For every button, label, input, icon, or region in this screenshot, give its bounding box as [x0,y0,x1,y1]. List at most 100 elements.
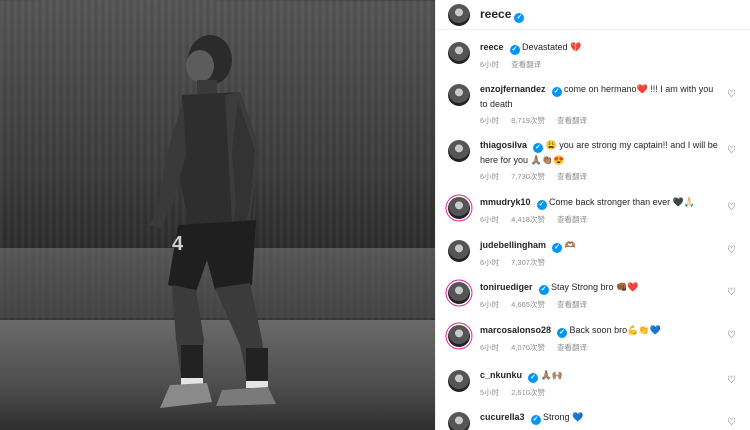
commenter-avatar[interactable] [448,412,470,430]
commenter-username[interactable]: reece [480,42,504,52]
commenter-username[interactable]: toniruediger [480,282,533,292]
comment-body: cucurella3 ✓ Strong 💙 [480,410,739,430]
verified-badge-icon: ✓ [551,87,562,97]
heart-outline-icon[interactable]: ♡ [727,203,737,213]
commenter-username[interactable]: mmudryk10 [480,197,531,207]
comment-text: Devastated 💔 [519,42,582,52]
comment-item: toniruediger ✓ Stay Strong bro 👊🏾❤️ 6小时 4,6… [448,280,739,310]
comment-time: 6小时 [480,215,500,224]
comment-body: toniruediger ✓ Stay Strong bro 👊🏾❤️ 6小时 4,6… [480,280,739,310]
comment-text-line: enzojfernandez ✓ come on hermano❤️ !!! I … [480,82,739,111]
verified-badge-icon: ✓ [528,373,539,383]
comment-body: reece ✓ Devastated 💔 6小时 查看翻译 [480,40,739,70]
comment-text-line: toniruediger ✓ Stay Strong bro 👊🏾❤️ [480,280,739,295]
comment-meta: 5小时 2,610次赞 [480,387,739,398]
commenter-username[interactable]: cucurella3 [480,412,525,422]
comment-text-line: thiagosilva ✓ 😩 you are strong my captain… [480,138,739,167]
verified-badge-icon: ✓ [530,415,541,425]
see-translation-link[interactable]: 查看翻译 [557,343,587,352]
author-username-text[interactable]: reece [480,7,511,21]
comment-time: 6小时 [480,60,500,69]
svg-text:4: 4 [172,233,184,255]
comment-like-count[interactable]: 4,418次赞 [511,215,545,224]
comment-item: judebellingham ✓ 🫶🏽 6小时 7,307次赞 ♡ [448,238,739,268]
commenter-avatar[interactable] [448,282,470,304]
see-translation-link[interactable]: 查看翻译 [557,172,587,181]
author-avatar[interactable] [448,3,470,26]
comment-meta: 6小时 4,418次赞 查看翻译 [480,214,739,225]
comment-like-count[interactable]: 4,070次赞 [511,343,545,352]
post-header: reece ✓ [436,0,750,30]
comment-item: reece ✓ Devastated 💔 6小时 查看翻译 [448,40,739,70]
comment-body: c_nkunku ✓ 🙏🏽🙌🏽 5小时 2,610次赞 [480,368,739,398]
comment-text: 🙏🏽🙌🏽 [538,370,563,380]
comment-item: cucurella3 ✓ Strong 💙 ♡ [448,410,739,430]
heart-outline-icon[interactable]: ♡ [727,376,737,386]
comment-text-line: judebellingham ✓ 🫶🏽 [480,238,739,253]
comment-time: 6小时 [480,172,500,181]
heart-outline-icon[interactable]: ♡ [727,246,737,256]
comment-item: marcosalonso28 ✓ Back soon bro💪👏💙 6小时 4,070… [448,323,739,353]
comment-time: 5小时 [480,388,500,397]
comment-item: c_nkunku ✓ 🙏🏽🙌🏽 5小时 2,610次赞 ♡ [448,368,739,398]
commenter-avatar[interactable] [448,197,470,219]
verified-badge-icon: ✓ [533,143,544,153]
commenter-username[interactable]: c_nkunku [480,370,522,380]
comment-text-line: c_nkunku ✓ 🙏🏽🙌🏽 [480,368,739,383]
verified-badge-icon: ✓ [552,243,563,253]
comment-item: mmudryk10 ✓ Come back stronger than ever … [448,195,739,225]
see-translation-link[interactable]: 查看翻译 [557,116,587,125]
commenter-avatar[interactable] [448,42,470,64]
comment-meta: 6小时 查看翻译 [480,59,739,70]
comment-time: 6小时 [480,258,500,267]
author-username[interactable]: reece ✓ [480,7,525,23]
comment-text: 🫶🏽 [562,240,576,250]
comment-like-count[interactable]: 8,719次赞 [511,116,545,125]
comment-like-count[interactable]: 7,730次赞 [511,172,545,181]
see-translation-link[interactable]: 查看翻译 [557,215,587,224]
commenter-avatar[interactable] [448,325,470,347]
comment-text: Come back stronger than ever 🖤🙏🏻 [546,197,696,207]
commenter-avatar[interactable] [448,140,470,162]
commenter-username[interactable]: enzojfernandez [480,84,546,94]
comment-item: enzojfernandez ✓ come on hermano❤️ !!! I … [448,82,739,126]
heart-outline-icon[interactable]: ♡ [727,90,737,100]
comment-like-count[interactable]: 2,610次赞 [511,388,545,397]
commenter-username[interactable]: judebellingham [480,240,546,250]
comment-body: judebellingham ✓ 🫶🏽 6小时 7,307次赞 [480,238,739,268]
comment-body: mmudryk10 ✓ Come back stronger than ever … [480,195,739,225]
comment-like-count[interactable]: 4,665次赞 [511,300,545,309]
commenter-avatar[interactable] [448,84,470,106]
verified-badge-icon: ✓ [536,200,547,210]
comment-text: Back soon bro💪👏💙 [567,325,661,335]
comment-body: thiagosilva ✓ 😩 you are strong my captain… [480,138,739,182]
comment-text-line: mmudryk10 ✓ Come back stronger than ever … [480,195,739,210]
heart-outline-icon[interactable]: ♡ [727,331,737,341]
comment-meta: 6小时 8,719次赞 查看翻译 [480,115,739,126]
post-photo[interactable]: 4 [0,0,435,430]
commenter-avatar[interactable] [448,240,470,262]
commenter-username[interactable]: thiagosilva [480,140,527,150]
comment-body: enzojfernandez ✓ come on hermano❤️ !!! I … [480,82,739,126]
heart-outline-icon[interactable]: ♡ [727,288,737,298]
comment-meta: 6小时 4,070次赞 查看翻译 [480,342,739,353]
comment-like-count[interactable]: 7,307次赞 [511,258,545,267]
see-translation-link[interactable]: 查看翻译 [511,60,541,69]
comments-panel: reece ✓ reece ✓ Devastated 💔 6小时 查看翻译 enzojfe… [435,0,750,430]
post-viewer: 4 reece ✓ reece ✓ Devastated 💔 6小时 查看翻译 enzoj… [0,0,750,430]
heart-outline-icon[interactable]: ♡ [727,418,737,428]
commenter-username[interactable]: marcosalonso28 [480,325,551,335]
see-translation-link[interactable]: 查看翻译 [557,300,587,309]
heart-outline-icon[interactable]: ♡ [727,146,737,156]
comment-text-line: reece ✓ Devastated 💔 [480,40,739,55]
comment-meta: 6小时 7,307次赞 [480,257,739,268]
commenter-avatar[interactable] [448,370,470,392]
comment-time: 6小时 [480,343,500,352]
comment-time: 6小时 [480,116,500,125]
comment-body: marcosalonso28 ✓ Back soon bro💪👏💙 6小时 4,070… [480,323,739,353]
verified-badge-icon: ✓ [509,45,520,55]
verified-badge-icon: ✓ [514,12,525,23]
comment-item: thiagosilva ✓ 😩 you are strong my captain… [448,138,739,182]
comment-text-line: marcosalonso28 ✓ Back soon bro💪👏💙 [480,323,739,338]
comment-meta: 6小时 7,730次赞 查看翻译 [480,171,739,182]
